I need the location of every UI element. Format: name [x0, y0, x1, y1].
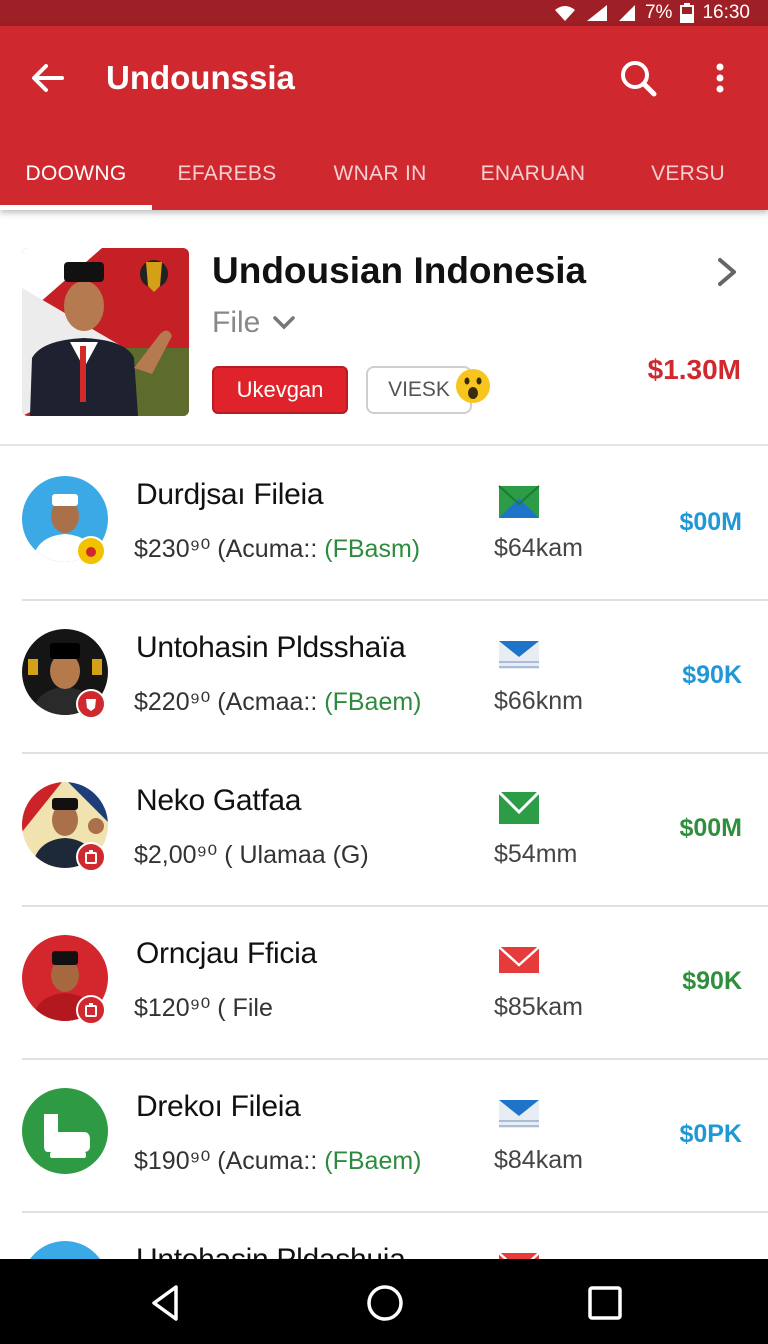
- back-arrow-icon: [32, 64, 64, 92]
- chevron-down-icon: [273, 316, 296, 330]
- primary-action-button[interactable]: Ukevgan: [212, 366, 348, 414]
- profile-header-card[interactable]: Undousian Indonesia File Ukevgan VIESK $…: [0, 210, 768, 446]
- nav-recents-icon[interactable]: [585, 1283, 625, 1323]
- list-item[interactable]: Orncjau Fficia $120⁹⁰ ( File $85kam $90K: [0, 907, 768, 1060]
- wifi-icon: [554, 6, 575, 21]
- profile-price: $1.30M: [647, 354, 741, 385]
- tab-doowng[interactable]: DOOWNG: [0, 138, 152, 210]
- item-amount: $54mm: [494, 840, 578, 868]
- chevron-right-icon: [718, 258, 736, 286]
- item-detail: $120⁹⁰ ( File: [134, 994, 273, 1022]
- item-name: Durdjsaı Fileia: [136, 478, 324, 511]
- list-item[interactable]: Drekoı Fileia $190⁹⁰ (Acuma:: (FBaem) $8…: [0, 1060, 768, 1213]
- item-value: $0PK: [679, 1120, 742, 1148]
- mail-icon: [499, 1100, 539, 1128]
- battery-percent: 7%: [644, 2, 673, 23]
- back-button[interactable]: [26, 56, 70, 100]
- item-value: $90K: [682, 967, 742, 995]
- status-badge: [76, 536, 106, 566]
- mail-icon: [498, 485, 540, 518]
- battery-icon: [680, 3, 695, 23]
- item-detail: $190⁹⁰ (Acuma:: (FBaem): [134, 1147, 422, 1175]
- list-item[interactable]: Neko Gatfaa $2,00⁹⁰ ( Ulamaa (G) $54mm $…: [0, 754, 768, 907]
- nav-home-icon[interactable]: [365, 1283, 405, 1323]
- list-item[interactable]: Durdjsaı Fileia $230⁹⁰ (Acuma:: (FBasm) …: [0, 448, 768, 601]
- item-name: Untohasin Pldsshaïa: [136, 631, 406, 664]
- status-badge: [76, 842, 106, 872]
- search-icon: [621, 61, 657, 97]
- mail-icon: [499, 641, 539, 669]
- item-value: $00M: [679, 814, 742, 842]
- item-detail: $220⁹⁰ (Acmaa:: (FBaem): [134, 688, 422, 716]
- item-amount: $66knm: [494, 687, 583, 715]
- surprised-emoji-icon: [456, 369, 490, 403]
- more-vert-icon: [716, 63, 724, 93]
- avatar: [22, 1088, 108, 1174]
- item-amount: $84kam: [494, 1146, 583, 1174]
- tab-wnar-in[interactable]: WNAR IN: [302, 138, 458, 210]
- item-amount: $85kam: [494, 993, 583, 1021]
- nav-back-icon[interactable]: [146, 1283, 186, 1323]
- tab-efarebs[interactable]: EFAREBS: [152, 138, 302, 210]
- clock: 16:30: [702, 2, 750, 23]
- system-nav-bar: [0, 1259, 768, 1344]
- item-detail: $230⁹⁰ (Acuma:: (FBasm): [134, 535, 421, 563]
- item-value: $00M: [679, 508, 742, 536]
- signal-icon: [586, 5, 607, 21]
- item-value: $90K: [682, 661, 742, 689]
- app-bar: Undounssia DOOWNG EFAREBS WNAR IN ENARUA…: [0, 26, 768, 210]
- tab-versu[interactable]: VERSU: [608, 138, 768, 210]
- status-bar: 7% 16:30: [0, 0, 768, 26]
- item-detail: $2,00⁹⁰ ( Ulamaa (G): [134, 841, 369, 869]
- open-profile-button[interactable]: [708, 254, 744, 290]
- profile-name: Undousian Indonesia: [212, 250, 587, 291]
- status-badge: [76, 995, 106, 1025]
- profile-photo: [22, 248, 189, 416]
- profile-subtitle: File: [212, 306, 261, 339]
- app-title: Undounssia: [106, 59, 295, 96]
- mail-icon: [498, 790, 540, 824]
- mail-icon: [498, 946, 540, 973]
- item-name: Neko Gatfaa: [136, 784, 302, 817]
- profile-filter-dropdown[interactable]: File: [212, 306, 296, 340]
- item-amount: $64kam: [494, 534, 583, 562]
- search-button[interactable]: [616, 56, 660, 100]
- entity-list: Durdjsaı Fileia $230⁹⁰ (Acuma:: (FBasm) …: [0, 448, 768, 1344]
- tab-enaruan[interactable]: ENARUAN: [458, 138, 608, 210]
- signal-icon-secondary: [618, 5, 635, 21]
- more-options-button[interactable]: [700, 56, 740, 100]
- item-name: Drekoı Fileia: [136, 1090, 301, 1123]
- item-name: Orncjau Fficia: [136, 937, 317, 970]
- list-item[interactable]: Untohasin Pldsshaïa $220⁹⁰ (Acmaa:: (FBa…: [0, 601, 768, 754]
- status-badge: [76, 689, 106, 719]
- tab-bar: DOOWNG EFAREBS WNAR IN ENARUAN VERSU: [0, 138, 768, 210]
